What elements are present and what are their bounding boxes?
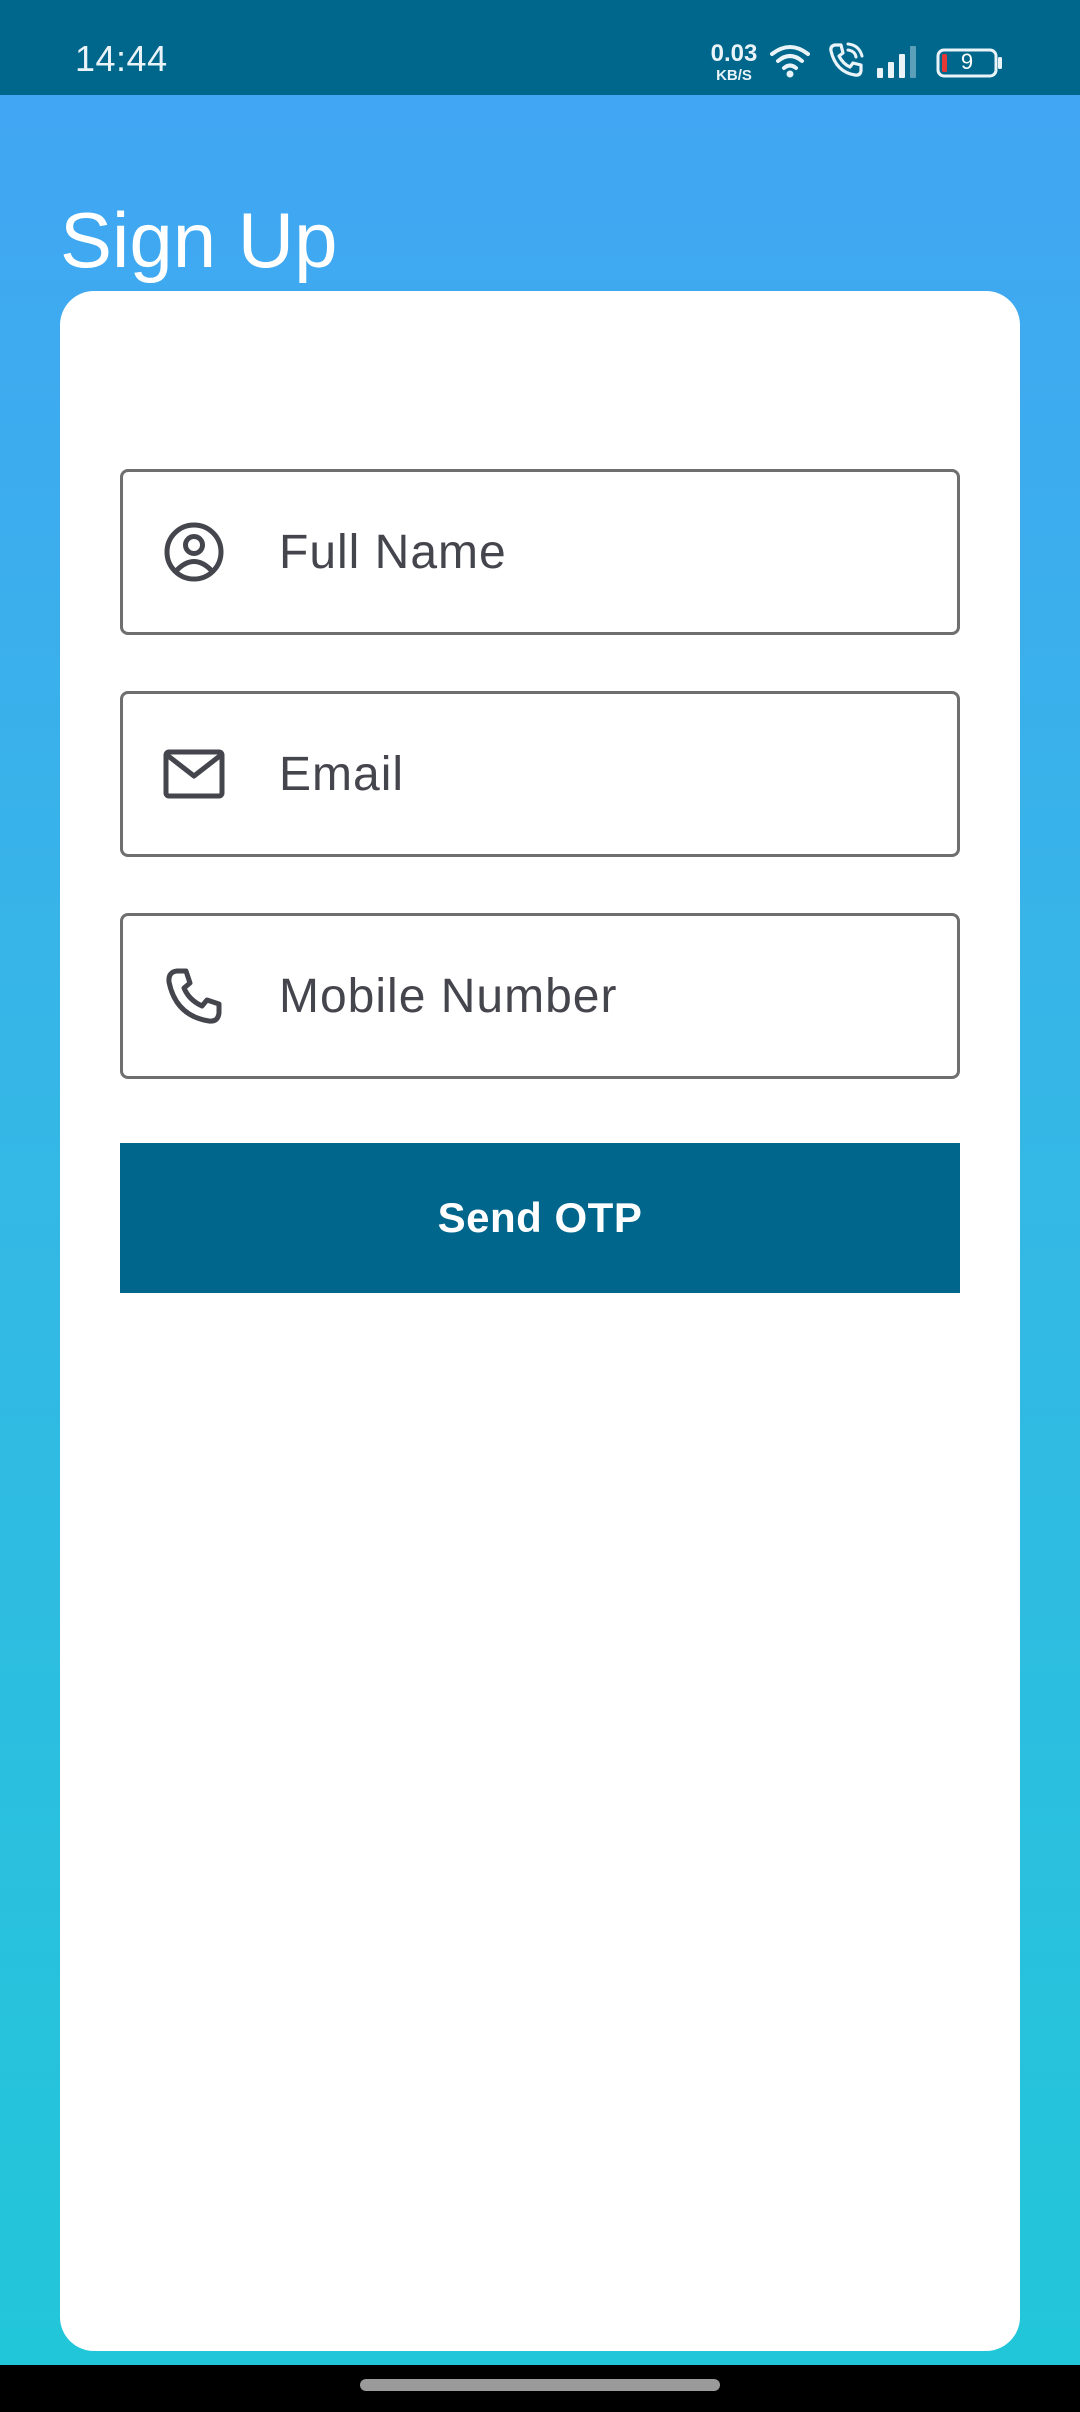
- phone-icon: [161, 963, 227, 1029]
- status-bar: 14:44 0.03 KB/S 9: [0, 0, 1080, 95]
- wifi-icon: [770, 45, 810, 78]
- network-speed: 0.03 KB/S: [706, 40, 762, 84]
- user-circle-icon: [161, 519, 227, 585]
- email-field[interactable]: [120, 691, 960, 857]
- status-time: 14:44: [75, 38, 168, 79]
- page-title: Sign Up: [60, 196, 338, 284]
- email-input[interactable]: [279, 724, 879, 824]
- signal-icon: [877, 46, 916, 78]
- mail-icon: [161, 741, 227, 807]
- mobile-number-input[interactable]: [279, 946, 879, 1046]
- mobile-number-field[interactable]: [120, 913, 960, 1079]
- network-speed-unit: KB/S: [716, 67, 752, 84]
- signup-form-card: Send OTP: [60, 291, 1020, 2351]
- battery-level: 9: [960, 49, 974, 74]
- navigation-bar: [0, 2365, 1080, 2412]
- home-indicator[interactable]: [360, 2379, 720, 2391]
- network-speed-value: 0.03: [710, 40, 758, 67]
- full-name-input[interactable]: [279, 502, 879, 602]
- app-background: Sign Up Full Name Email Mobile Number Se…: [0, 95, 1080, 2365]
- call-icon: [829, 42, 864, 77]
- send-otp-button[interactable]: Send OTP: [120, 1143, 960, 1293]
- full-name-field[interactable]: [120, 469, 960, 635]
